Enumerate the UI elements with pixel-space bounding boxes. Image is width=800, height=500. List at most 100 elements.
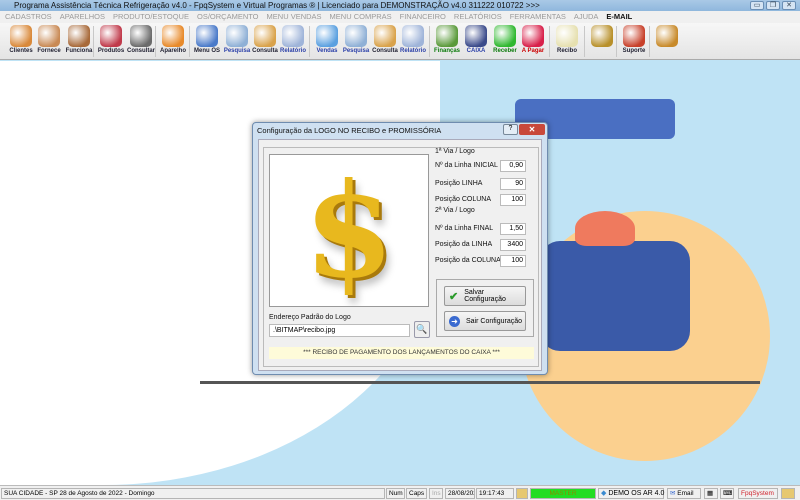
close-button[interactable]: ✕ xyxy=(782,1,796,10)
dialog-close-button[interactable]: ✕ xyxy=(519,124,545,135)
toolbar-label: Funciona xyxy=(65,48,93,54)
group1-title: 1ª Via / Logo xyxy=(435,148,475,155)
posi-o-linha-input[interactable]: 90 xyxy=(500,178,526,190)
menu-bar: CADASTROS APARELHOS PRODUTO/ESTOQUE OS/ORÇA… xyxy=(0,11,800,23)
toolbar-label: Recibo xyxy=(556,48,577,54)
toolbar-clientes-button[interactable]: Clientes xyxy=(6,25,36,54)
toolbar-separator xyxy=(309,26,310,57)
browse-button[interactable]: 🔍 xyxy=(414,321,430,338)
user-icon xyxy=(516,488,528,499)
toolbar-label: Relatório xyxy=(399,48,426,54)
calculator-icon[interactable]: ▦ xyxy=(704,488,718,499)
keyboard-icon[interactable]: ⌨ xyxy=(720,488,734,499)
title-bar: Programa Assistência Técnica Refrigeraçã… xyxy=(0,0,800,11)
action-panel: ✔ Salvar Configuração ➜ Sair Configuração xyxy=(436,279,534,337)
help-button[interactable]: ? xyxy=(503,124,518,135)
save-config-button[interactable]: ✔ Salvar Configuração xyxy=(444,286,526,306)
toolbar-label: Suporte xyxy=(622,48,646,54)
magnifier-icon: 🔍 xyxy=(416,324,428,334)
toolbar-separator xyxy=(429,26,430,57)
toolbar-label: Pesquisa xyxy=(223,48,251,54)
printer-icon xyxy=(402,25,424,47)
toolbar-a-pagar-button[interactable]: A Pagar xyxy=(518,25,548,54)
toolbar-coin-button[interactable] xyxy=(587,25,617,48)
toolbar-vendas-button[interactable]: Vendas xyxy=(312,25,342,54)
email-button[interactable]: ✉ Email xyxy=(667,488,701,499)
menu-ajuda[interactable]: AJUDA xyxy=(574,11,599,23)
toolbar-separator xyxy=(584,26,585,57)
toolbar-aparelho-button[interactable]: Aparelho xyxy=(158,25,188,54)
toolbar-label: Menu OS xyxy=(193,48,220,54)
toolbar-separator xyxy=(616,26,617,57)
toolbar-consulta-button[interactable]: Consulta xyxy=(370,25,400,54)
toolbar-label: Consulta xyxy=(252,48,278,54)
status-num: Num xyxy=(386,488,405,499)
receipt-icon xyxy=(556,25,578,47)
logo-preview: $ xyxy=(269,154,429,307)
toolbar-caixa-button[interactable]: CAIXA xyxy=(461,25,491,54)
field-label: Posição LINHA xyxy=(435,180,483,187)
posi-o-da-coluna-input[interactable]: 100 xyxy=(500,255,526,267)
dialog-title: Configuração da LOGO NO RECIBO e PROMISS… xyxy=(257,126,442,135)
n-da-linha-final-input[interactable]: 1,50 xyxy=(500,223,526,235)
toolbar-label: Fornece xyxy=(37,48,61,54)
toolbar-menu-os-button[interactable]: Menu OS xyxy=(192,25,222,54)
menu-cadastros[interactable]: CADASTROS xyxy=(5,11,52,23)
save-label: Salvar Configuração xyxy=(464,289,506,303)
email-label: Email xyxy=(677,490,694,497)
monitor-icon xyxy=(316,25,338,47)
toolbar-label: Vendas xyxy=(316,48,338,54)
toolbar-receber-button[interactable]: Receber xyxy=(490,25,520,54)
toolbar-consulta-button[interactable]: Consulta xyxy=(250,25,280,54)
menu-aparelhos[interactable]: APARELHOS xyxy=(60,11,105,23)
toolbar-fornece-button[interactable]: Fornece xyxy=(34,25,64,54)
exit-door-icon xyxy=(656,25,678,47)
cat-illustration xyxy=(575,211,635,246)
toolbar-separator xyxy=(649,26,650,57)
minimize-button[interactable]: ▭ xyxy=(750,1,764,10)
menu-os-or-amento[interactable]: OS/ORÇAMENTO xyxy=(197,11,259,23)
menu-menu-compras[interactable]: MENU COMPRAS xyxy=(330,11,392,23)
menu-ferramentas[interactable]: FERRAMENTAS xyxy=(510,11,566,23)
toolbar-exit-door-button[interactable] xyxy=(652,25,682,48)
maximize-button[interactable]: ❐ xyxy=(766,1,780,10)
logo-path-input[interactable]: .\BITMAP\recibo.jpg xyxy=(269,324,410,337)
supplier-icon xyxy=(38,25,60,47)
toolbar-pesquisa-button[interactable]: Pesquisa xyxy=(222,25,252,54)
logo-config-dialog: Configuração da LOGO NO RECIBO e PROMISS… xyxy=(252,122,548,375)
posi-o-da-linha-input[interactable]: 3400 xyxy=(500,239,526,251)
menu-financeiro[interactable]: FINANCEIRO xyxy=(400,11,446,23)
exit-config-button[interactable]: ➜ Sair Configuração xyxy=(444,311,526,331)
armchair-illustration xyxy=(540,241,690,351)
tools-icon xyxy=(196,25,218,47)
receipt-banner: *** RECIBO DE PAGAMENTO DOS LANÇAMENTOS … xyxy=(269,347,534,359)
status-time: 19:17:43 xyxy=(476,488,514,499)
toolbar-pesquisa-button[interactable]: Pesquisa xyxy=(341,25,371,54)
toolbar-suporte-button[interactable]: Suporte xyxy=(619,25,649,54)
posi-o-coluna-input[interactable]: 100 xyxy=(500,194,526,206)
toolbar-relatório-button[interactable]: Relatório xyxy=(398,25,428,54)
menu-menu-vendas[interactable]: MENU VENDAS xyxy=(267,11,322,23)
field-label: Nº da Linha FINAL xyxy=(435,225,494,232)
toolbar-separator xyxy=(155,26,156,57)
toolbar-funciona-button[interactable]: Funciona xyxy=(64,25,94,54)
group2-title: 2ª Via / Logo xyxy=(435,207,475,214)
toolbar-recibo-button[interactable]: Recibo xyxy=(552,25,582,54)
toolbar-label: Consultar xyxy=(126,48,155,54)
employee-icon xyxy=(68,25,90,47)
toolbar-produtos-button[interactable]: Produtos xyxy=(96,25,126,54)
toolbar-label: CAIXA xyxy=(466,48,486,54)
toolbar-relatório-button[interactable]: Relatório xyxy=(278,25,308,54)
menu-produto-estoque[interactable]: PRODUTO/ESTOQUE xyxy=(113,11,189,23)
toolbar-label: Produtos xyxy=(97,48,125,54)
field-label: Posição COLUNA xyxy=(435,196,492,203)
toolbar-label: Consulta xyxy=(372,48,398,54)
toolbar-consultar-button[interactable]: Consultar xyxy=(126,25,156,54)
menu-email[interactable]: E-MAIL xyxy=(606,11,632,23)
n-da-linha-inicial-input[interactable]: 0,90 xyxy=(500,160,526,172)
status-city-date: SUA CIDADE - SP 28 de Agosto de 2022 - D… xyxy=(1,488,385,499)
field-label: Posição da LINHA xyxy=(435,241,493,248)
toolbar-separator xyxy=(549,26,550,57)
menu-relat-rios[interactable]: RELATÓRIOS xyxy=(454,11,502,23)
toolbar-finanças-button[interactable]: Finanças xyxy=(432,25,462,54)
